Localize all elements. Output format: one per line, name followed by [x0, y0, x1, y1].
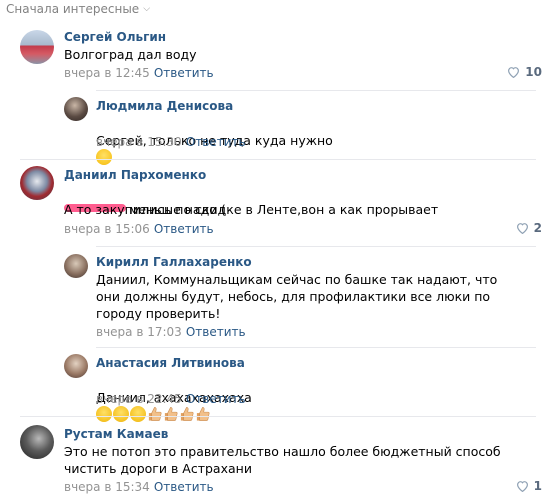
reply-button[interactable]: Ответить: [154, 222, 214, 236]
thumbs-up-icon: [164, 407, 178, 421]
thumbs-up-icon: [196, 407, 210, 421]
comment-text: Даниил, Коммунальщикам сейчас по башке т…: [96, 272, 498, 321]
like-button[interactable]: 1: [516, 479, 542, 493]
reply-button[interactable]: Ответить: [186, 392, 246, 406]
comment-time[interactable]: вчера в 22:45: [96, 392, 182, 406]
heart-icon: [516, 481, 528, 492]
thumbs-up-icon: [148, 407, 162, 421]
divider: [96, 90, 536, 91]
comment-time[interactable]: вчера в 15:30: [96, 135, 182, 149]
divider: [20, 416, 536, 417]
comment-time[interactable]: вчера в 15:06: [64, 222, 150, 236]
like-button[interactable]: 2: [516, 221, 542, 235]
reply-button[interactable]: Ответить: [154, 66, 214, 80]
reply-button[interactable]: Ответить: [186, 135, 246, 149]
comment-meta: вчера в 15:06 Ответить: [64, 222, 214, 236]
thumbs-up-icon: [180, 407, 194, 421]
avatar[interactable]: [20, 30, 54, 64]
avatar[interactable]: [64, 97, 88, 121]
sort-dropdown[interactable]: Сначала интересные ⌵: [6, 2, 150, 16]
comment-time[interactable]: вчера в 12:45: [64, 66, 150, 80]
comment-text: Волгоград дал воду: [64, 47, 197, 62]
heart-icon: [516, 223, 528, 234]
grin-emoji-icon: [96, 149, 112, 165]
comment-meta: вчера в 17:03 Ответить: [96, 325, 246, 339]
like-count: 1: [533, 479, 542, 493]
sort-label: Сначала интересные: [6, 2, 140, 16]
like-count: 2: [533, 221, 542, 235]
comment-author[interactable]: Анастасия Литвинова: [96, 356, 245, 370]
comment-time[interactable]: вчера в 17:03: [96, 325, 182, 339]
divider: [96, 246, 536, 247]
comment-author[interactable]: Рустам Камаев: [64, 427, 168, 441]
reply-button[interactable]: Ответить: [154, 480, 214, 494]
comment-meta: вчера в 15:30 Ответить: [96, 135, 246, 149]
comment-time[interactable]: вчера в 15:34: [64, 480, 150, 494]
comment-author[interactable]: Кирилл Галлахаренко: [96, 255, 252, 269]
comment-text-line2: А то закупились по скидке в Ленте,вон а …: [64, 202, 439, 217]
comment-author[interactable]: Людмила Денисова: [96, 99, 233, 113]
avatar[interactable]: [64, 354, 88, 378]
like-count: 10: [525, 65, 542, 79]
like-button[interactable]: 10: [507, 65, 542, 79]
reply-button[interactable]: Ответить: [186, 325, 246, 339]
comment-meta: вчера в 22:45 Ответить: [96, 392, 246, 406]
divider: [20, 159, 536, 160]
chevron-down-icon: ⌵: [143, 4, 151, 14]
laughing-emoji-icon: [113, 406, 129, 422]
avatar[interactable]: [20, 425, 54, 459]
comment-author[interactable]: Сергей Ольгин: [64, 30, 166, 44]
laughing-emoji-icon: [130, 406, 146, 422]
avatar[interactable]: [64, 254, 88, 278]
heart-icon: [508, 67, 520, 78]
divider: [96, 347, 536, 348]
comment-text: Это не потоп это правительство нашло бол…: [64, 444, 501, 476]
laughing-emoji-icon: [96, 406, 112, 422]
avatar[interactable]: [20, 166, 54, 200]
comment-meta: вчера в 12:45 Ответить: [64, 66, 214, 80]
comment-author[interactable]: Даниил Пархоменко: [64, 168, 206, 182]
comment-meta: вчера в 15:34 Ответить: [64, 480, 214, 494]
